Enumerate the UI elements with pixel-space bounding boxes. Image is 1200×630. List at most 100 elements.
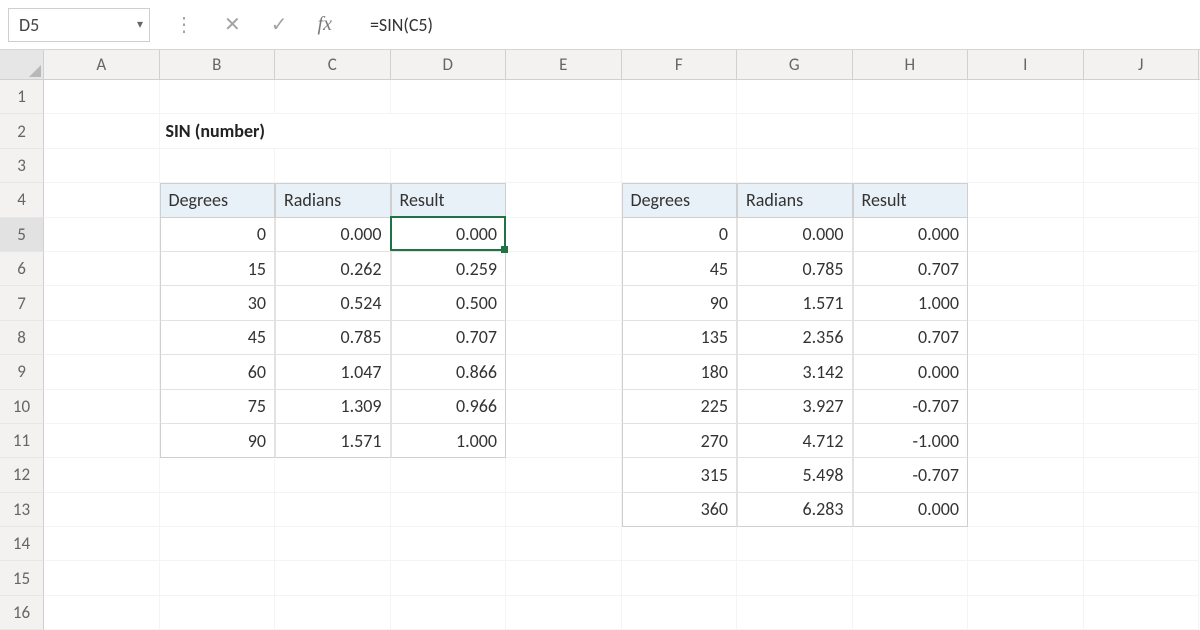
col-header[interactable]: H [853, 50, 969, 79]
cell[interactable] [506, 424, 622, 458]
cell[interactable] [968, 458, 1084, 492]
cell[interactable] [968, 561, 1084, 595]
cell[interactable] [391, 493, 507, 527]
cell[interactable] [1084, 321, 1200, 355]
cell[interactable] [275, 493, 391, 527]
cell[interactable] [853, 527, 969, 561]
row-header[interactable]: 16 [0, 596, 44, 630]
cancel-icon[interactable]: ✕ [224, 12, 241, 37]
cell[interactable] [391, 527, 507, 561]
cell[interactable] [44, 527, 160, 561]
cell[interactable]: 0.785 [275, 321, 391, 355]
row-header[interactable]: 7 [0, 286, 44, 320]
cell[interactable] [275, 458, 391, 492]
cell[interactable] [968, 80, 1084, 114]
cell[interactable] [968, 527, 1084, 561]
cell[interactable] [622, 114, 738, 148]
title-cell[interactable]: SIN (number) [160, 114, 507, 148]
cell[interactable] [506, 218, 622, 252]
cell[interactable] [506, 149, 622, 183]
row-header[interactable]: 8 [0, 321, 44, 355]
cell[interactable] [968, 355, 1084, 389]
cell[interactable] [1084, 218, 1200, 252]
cell[interactable]: 4.712 [737, 424, 853, 458]
cell[interactable] [1084, 252, 1200, 286]
cell[interactable] [506, 114, 622, 148]
cell[interactable]: 0.785 [737, 252, 853, 286]
cell[interactable] [44, 218, 160, 252]
cell[interactable] [275, 527, 391, 561]
cell[interactable]: 135 [622, 321, 738, 355]
cell[interactable]: -0.707 [853, 390, 969, 424]
row-header[interactable]: 6 [0, 252, 44, 286]
cell[interactable] [622, 527, 738, 561]
cell[interactable] [622, 80, 738, 114]
cell[interactable] [44, 80, 160, 114]
cell[interactable] [44, 252, 160, 286]
cell[interactable]: 0.966 [391, 390, 507, 424]
cell[interactable] [1084, 596, 1200, 630]
cell-selected[interactable]: 0.000 [391, 218, 507, 252]
row-header[interactable]: 2 [0, 114, 44, 148]
cell[interactable] [44, 183, 160, 217]
cell[interactable]: 180 [622, 355, 738, 389]
cell[interactable] [506, 286, 622, 320]
cell[interactable]: 6.283 [737, 493, 853, 527]
row-header[interactable]: 14 [0, 527, 44, 561]
cell[interactable] [44, 596, 160, 630]
cell[interactable] [391, 149, 507, 183]
cell[interactable]: 0.000 [853, 355, 969, 389]
cell[interactable] [853, 561, 969, 595]
cell[interactable] [968, 286, 1084, 320]
cell[interactable] [160, 596, 276, 630]
cell[interactable]: 2.356 [737, 321, 853, 355]
col-header[interactable]: J [1084, 50, 1200, 79]
row-header[interactable]: 3 [0, 149, 44, 183]
col-header[interactable]: C [275, 50, 391, 79]
row-header[interactable]: 1 [0, 80, 44, 114]
cell[interactable] [968, 252, 1084, 286]
cell[interactable] [506, 458, 622, 492]
cell[interactable]: 0.707 [853, 252, 969, 286]
cell[interactable] [44, 424, 160, 458]
cell[interactable]: 0.500 [391, 286, 507, 320]
table-header[interactable]: Result [853, 183, 969, 217]
enter-icon[interactable]: ✓ [271, 12, 288, 37]
cell[interactable] [506, 252, 622, 286]
cell[interactable] [506, 561, 622, 595]
cell[interactable]: 0.000 [853, 218, 969, 252]
row-header[interactable]: 10 [0, 390, 44, 424]
cell[interactable]: 3.927 [737, 390, 853, 424]
cell[interactable]: 30 [160, 286, 276, 320]
cell[interactable] [968, 114, 1084, 148]
cell[interactable]: 1.309 [275, 390, 391, 424]
cell[interactable] [44, 561, 160, 595]
cell[interactable]: 270 [622, 424, 738, 458]
row-header[interactable]: 13 [0, 493, 44, 527]
cell[interactable] [275, 596, 391, 630]
cell[interactable] [275, 149, 391, 183]
cell[interactable] [968, 149, 1084, 183]
cell[interactable] [506, 596, 622, 630]
fx-icon[interactable]: fx [318, 13, 332, 36]
cell[interactable]: 3.142 [737, 355, 853, 389]
cell[interactable]: 1.571 [275, 424, 391, 458]
cell[interactable] [1084, 149, 1200, 183]
cell[interactable]: -1.000 [853, 424, 969, 458]
col-header[interactable]: I [968, 50, 1084, 79]
cell[interactable]: 0 [160, 218, 276, 252]
row-header[interactable]: 15 [0, 561, 44, 595]
col-header[interactable]: D [391, 50, 507, 79]
select-all-corner[interactable] [0, 50, 44, 79]
cell[interactable] [160, 458, 276, 492]
cell[interactable]: 45 [160, 321, 276, 355]
cell[interactable] [737, 80, 853, 114]
table-header[interactable]: Radians [737, 183, 853, 217]
cell[interactable]: 0.000 [275, 218, 391, 252]
cell[interactable] [968, 218, 1084, 252]
cell[interactable] [391, 80, 507, 114]
cell[interactable] [1084, 561, 1200, 595]
cell[interactable]: 0.707 [853, 321, 969, 355]
cell[interactable] [1084, 458, 1200, 492]
cell[interactable]: 360 [622, 493, 738, 527]
